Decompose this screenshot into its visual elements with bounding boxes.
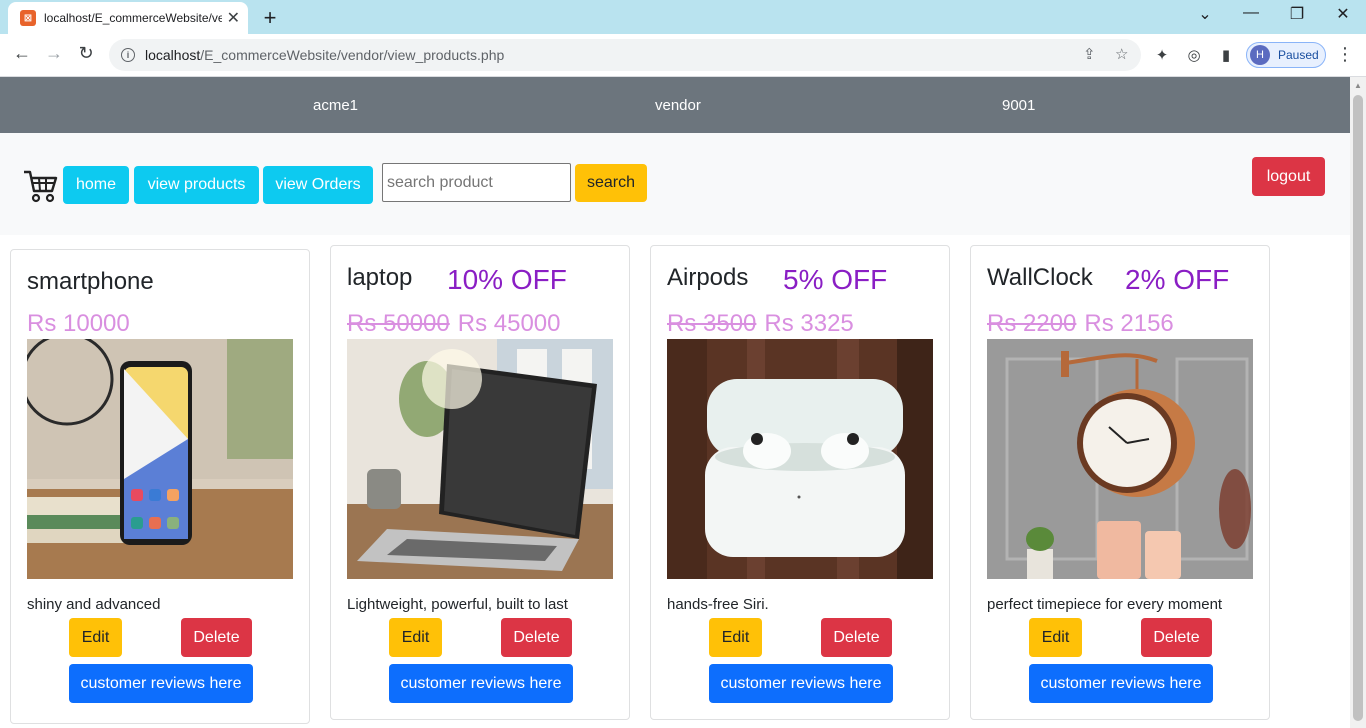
view-products-button[interactable]: view products bbox=[134, 166, 259, 204]
back-arrow-icon[interactable]: ← bbox=[10, 43, 34, 64]
smartphone-image bbox=[27, 339, 293, 579]
original-price: Rs 50000 bbox=[347, 310, 450, 337]
edit-button[interactable]: Edit bbox=[1029, 618, 1082, 657]
current-price: Rs 3325 bbox=[764, 310, 854, 337]
page-scrollbar[interactable]: ▲ bbox=[1350, 77, 1366, 728]
edit-button[interactable]: Edit bbox=[69, 618, 122, 657]
discount-badge: 2% OFF bbox=[1125, 264, 1230, 295]
side-panel-icon[interactable]: ▮ bbox=[1216, 46, 1236, 64]
url-host: localhost bbox=[145, 47, 201, 63]
product-name: WallClock bbox=[987, 264, 1093, 291]
product-description: shiny and advanced bbox=[27, 596, 161, 613]
minimize-icon[interactable]: — bbox=[1238, 4, 1264, 22]
discount-badge: 10% OFF bbox=[447, 264, 567, 295]
product-card: smartphone Rs 10000 shiny and advanced E… bbox=[10, 249, 310, 724]
edit-button[interactable]: Edit bbox=[389, 618, 442, 657]
current-price: Rs 2156 bbox=[1084, 310, 1174, 337]
profile-button[interactable]: H Paused bbox=[1246, 42, 1326, 68]
delete-button[interactable]: Delete bbox=[501, 618, 572, 657]
price-row: Rs 50000 Rs 45000 bbox=[347, 310, 561, 338]
bookmark-star-icon[interactable]: ☆ bbox=[1115, 45, 1128, 63]
forward-arrow-icon[interactable]: → bbox=[42, 43, 66, 64]
product-description: Lightweight, powerful, built to last bbox=[347, 596, 568, 613]
top-navbar: home view products view Orders search lo… bbox=[0, 133, 1350, 235]
discount-badge: 5% OFF bbox=[783, 264, 888, 295]
price-row: Rs 3500 Rs 3325 bbox=[667, 310, 854, 338]
extensions-puzzle-icon[interactable]: ✦ bbox=[1152, 46, 1172, 64]
price-row: Rs 2200 Rs 2156 bbox=[987, 310, 1174, 338]
product-image bbox=[987, 339, 1253, 579]
delete-button[interactable]: Delete bbox=[1141, 618, 1212, 657]
vendor-username: acme1 bbox=[313, 97, 359, 114]
product-card: laptop 10% OFF Rs 50000 Rs 45000 Lightwe… bbox=[330, 245, 630, 720]
product-name: smartphone bbox=[27, 268, 154, 295]
customer-reviews-button[interactable]: customer reviews here bbox=[69, 664, 253, 703]
vendor-code: 9001 bbox=[1002, 97, 1036, 114]
edit-button[interactable]: Edit bbox=[709, 618, 762, 657]
home-button[interactable]: home bbox=[63, 166, 129, 204]
restore-icon[interactable]: ❐ bbox=[1284, 4, 1310, 24]
product-name: Airpods bbox=[667, 264, 749, 291]
current-price: Rs 10000 bbox=[27, 310, 130, 337]
window-close-icon[interactable]: ✕ bbox=[1330, 4, 1356, 24]
browser-toolbar: ← → ↻ i localhost/E_commerceWebsite/vend… bbox=[0, 34, 1366, 77]
customer-reviews-button[interactable]: customer reviews here bbox=[709, 664, 893, 703]
tab-search-chevron-icon[interactable]: ⌄ bbox=[1192, 4, 1218, 24]
vendor-info-bar: acme1 vendor 9001 bbox=[0, 77, 1350, 133]
scroll-thumb[interactable] bbox=[1353, 95, 1363, 721]
product-description: perfect timepiece for every moment bbox=[987, 596, 1223, 613]
product-description: hands-free Siri. bbox=[667, 596, 769, 613]
price-row: Rs 10000 bbox=[27, 310, 130, 338]
avatar: H bbox=[1250, 45, 1270, 65]
profile-status: Paused bbox=[1278, 48, 1319, 62]
tab-close-icon[interactable]: ✕ bbox=[227, 8, 240, 28]
laptop-image bbox=[347, 339, 613, 579]
extension-icon[interactable]: ◎ bbox=[1184, 46, 1204, 64]
url-path: /E_commerceWebsite/vendor/view_products.… bbox=[200, 47, 505, 63]
reload-icon[interactable]: ↻ bbox=[74, 43, 98, 64]
logout-button[interactable]: logout bbox=[1252, 157, 1325, 196]
current-price: Rs 45000 bbox=[457, 310, 561, 337]
products-grid: smartphone Rs 10000 shiny and advanced E… bbox=[0, 235, 1350, 728]
vendor-role: vendor bbox=[655, 97, 701, 114]
original-price: Rs 3500 bbox=[667, 310, 757, 337]
product-card: Airpods 5% OFF Rs 3500 Rs 3325 hands-fre… bbox=[650, 245, 950, 720]
view-orders-button[interactable]: view Orders bbox=[263, 166, 373, 204]
wall-clock-image bbox=[987, 339, 1253, 579]
customer-reviews-button[interactable]: customer reviews here bbox=[1029, 664, 1213, 703]
original-price: Rs 2200 bbox=[987, 310, 1077, 337]
site-info-icon[interactable]: i bbox=[121, 48, 135, 62]
product-image bbox=[347, 339, 613, 579]
delete-button[interactable]: Delete bbox=[821, 618, 892, 657]
product-card: WallClock 2% OFF Rs 2200 Rs 2156 perfect… bbox=[970, 245, 1270, 720]
airpods-image bbox=[667, 339, 933, 579]
search-input[interactable] bbox=[382, 163, 571, 202]
address-bar[interactable]: i localhost/E_commerceWebsite/vendor/vie… bbox=[109, 39, 1141, 71]
page-viewport: acme1 vendor 9001 home view products vie… bbox=[0, 77, 1350, 728]
tab-title: localhost/E_commerceWebsite/ve bbox=[44, 11, 222, 25]
product-image bbox=[27, 339, 293, 579]
share-icon[interactable]: ⇪ bbox=[1083, 45, 1096, 63]
customer-reviews-button[interactable]: customer reviews here bbox=[389, 664, 573, 703]
browser-menu-icon[interactable]: ⋮ bbox=[1336, 44, 1354, 65]
tab-strip: ⊠ localhost/E_commerceWebsite/ve ✕ + ⌄ —… bbox=[0, 0, 1366, 34]
product-image bbox=[667, 339, 933, 579]
search-button[interactable]: search bbox=[575, 164, 647, 202]
delete-button[interactable]: Delete bbox=[181, 618, 252, 657]
xampp-favicon-icon: ⊠ bbox=[20, 10, 36, 26]
shopping-cart-icon[interactable] bbox=[22, 169, 58, 203]
new-tab-icon[interactable]: + bbox=[258, 5, 282, 31]
browser-tab[interactable]: ⊠ localhost/E_commerceWebsite/ve ✕ bbox=[8, 2, 248, 34]
product-name: laptop bbox=[347, 264, 413, 291]
scroll-up-arrow-icon[interactable]: ▲ bbox=[1354, 81, 1362, 90]
